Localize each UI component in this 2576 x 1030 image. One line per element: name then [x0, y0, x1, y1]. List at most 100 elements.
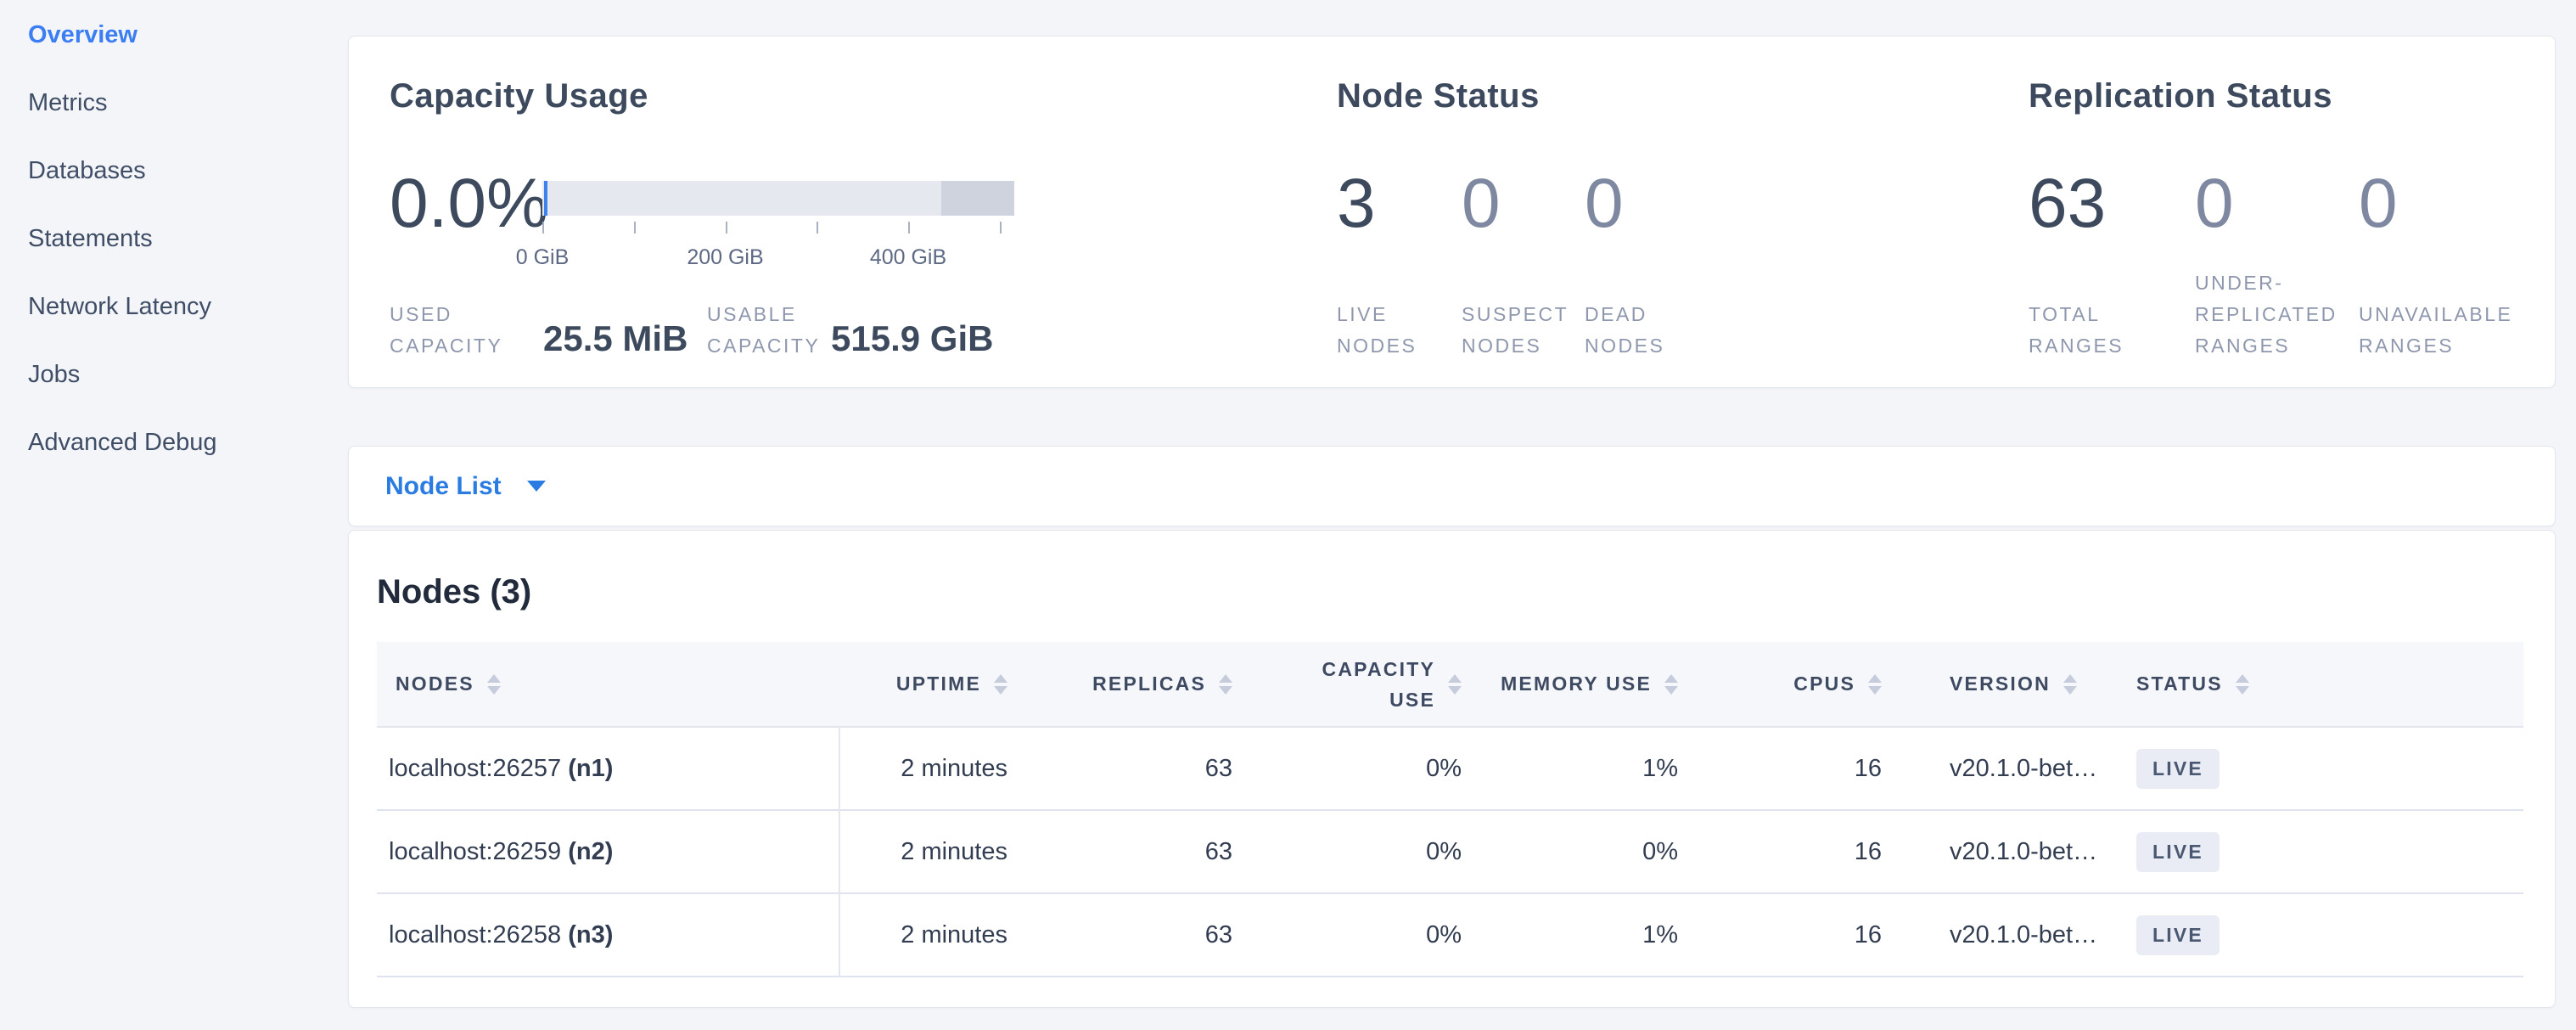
suspect-nodes-label-line: SUSPECT — [1462, 299, 1569, 330]
unavailable-ranges-label-line: UNAVAILABLE — [2359, 299, 2512, 330]
axis-tick — [908, 222, 910, 234]
dead-nodes-label-line: DEAD — [1585, 299, 1664, 330]
capacity-usage-title: Capacity Usage — [390, 77, 648, 115]
memory-use-cell: 1% — [1482, 893, 1698, 977]
axis-tick — [634, 222, 636, 234]
node-list-dropdown-label: Node List — [385, 472, 502, 501]
cluster-summary-card: Capacity Usage 0.0% 0 GiB 200 GiB 400 Gi… — [348, 36, 2556, 388]
table-row[interactable]: localhost:26257 (n1) 2 minutes 63 0% 1% … — [377, 727, 2523, 810]
capacity-gauge-axis-labels: 0 GiB 200 GiB 400 GiB — [542, 245, 1014, 271]
cpus-cell: 16 — [1698, 810, 1902, 893]
sort-icon — [1219, 674, 1232, 695]
status-badge: LIVE — [2136, 749, 2220, 789]
node-address-link[interactable]: localhost:26257 (n1) — [389, 755, 613, 782]
column-header-version[interactable]: VERSION — [1902, 642, 2127, 727]
replication-status-title: Replication Status — [2029, 77, 2332, 115]
under-replicated-ranges-label-line: RANGES — [2195, 330, 2337, 362]
node-name: (n2) — [568, 838, 613, 865]
used-capacity-label-line: CAPACITY — [390, 330, 502, 362]
column-header-replicas[interactable]: REPLICAS — [1028, 642, 1253, 727]
capacity-gauge-bar — [542, 181, 1014, 216]
sidebar-item-jobs[interactable]: Jobs — [28, 341, 334, 408]
table-row[interactable]: localhost:26259 (n2) 2 minutes 63 0% 0% … — [377, 810, 2523, 893]
uptime-cell: 2 minutes — [839, 893, 1028, 977]
table-row[interactable]: localhost:26258 (n3) 2 minutes 63 0% 1% … — [377, 893, 2523, 977]
sidebar-item-statements[interactable]: Statements — [28, 205, 334, 273]
live-nodes-label-line: LIVE — [1337, 299, 1417, 330]
node-address-link[interactable]: localhost:26259 (n2) — [389, 838, 613, 865]
live-nodes-label-line: NODES — [1337, 330, 1417, 362]
column-header-cpus[interactable]: CPUS — [1698, 642, 1902, 727]
axis-label: 200 GiB — [687, 245, 763, 270]
chevron-down-icon — [527, 481, 546, 492]
nodes-table-title: Nodes (3) — [377, 573, 531, 611]
sidebar-item-network-latency[interactable]: Network Latency — [28, 273, 334, 341]
column-header-nodes[interactable]: NODES — [377, 642, 839, 727]
sort-icon — [1868, 674, 1882, 695]
axis-tick — [1000, 222, 1002, 234]
column-header-label: NODES — [396, 673, 474, 695]
replicas-cell: 63 — [1028, 727, 1253, 810]
node-name: (n3) — [568, 921, 613, 948]
live-nodes-count: 3 — [1337, 169, 1376, 239]
total-ranges-label-line: RANGES — [2029, 330, 2124, 362]
node-address: localhost:26258 — [389, 921, 561, 948]
suspect-nodes-label-line: NODES — [1462, 330, 1569, 362]
node-list-dropdown-card: Node List — [348, 446, 2556, 526]
dead-nodes-label: DEAD NODES — [1585, 299, 1664, 362]
capacity-use-cell: 0% — [1253, 727, 1482, 810]
used-capacity-label-line: USED — [390, 299, 502, 330]
uptime-cell: 2 minutes — [839, 727, 1028, 810]
axis-tick — [542, 222, 544, 234]
memory-use-cell: 0% — [1482, 810, 1698, 893]
node-address-link[interactable]: localhost:26258 (n3) — [389, 921, 613, 948]
sort-icon — [2236, 674, 2249, 695]
usable-capacity-label-line: CAPACITY — [707, 330, 820, 362]
column-header-label: REPLICAS — [1092, 673, 1206, 695]
usable-capacity-label: USABLE CAPACITY — [707, 299, 820, 362]
version-cell: v20.1.0-bet… — [1902, 893, 2127, 977]
sidebar-item-overview[interactable]: Overview — [28, 1, 334, 69]
sort-icon — [1664, 674, 1678, 695]
version-cell: v20.1.0-bet… — [1902, 727, 2127, 810]
column-header-label: STATUS — [2136, 673, 2223, 695]
axis-tick — [817, 222, 818, 234]
column-header-label: CAPACITY USE — [1299, 654, 1435, 715]
column-header-status[interactable]: STATUS — [2127, 642, 2523, 727]
node-list-dropdown[interactable]: Node List — [385, 447, 546, 526]
column-header-memory-use[interactable]: MEMORY USE — [1482, 642, 1698, 727]
nodes-table: NODES UPTIME REPLICAS CAPACITY USE MEMOR… — [377, 642, 2523, 977]
sidebar-item-advanced-debug[interactable]: Advanced Debug — [28, 408, 334, 476]
under-replicated-ranges-label: UNDER- REPLICATED RANGES — [2195, 267, 2337, 362]
node-address: localhost:26257 — [389, 755, 561, 782]
status-badge: LIVE — [2136, 915, 2220, 955]
live-nodes-label: LIVE NODES — [1337, 299, 1417, 362]
dead-nodes-count: 0 — [1585, 169, 1624, 239]
dead-nodes-label-line: NODES — [1585, 330, 1664, 362]
axis-label: 0 GiB — [516, 245, 570, 270]
status-badge: LIVE — [2136, 832, 2220, 872]
axis-label: 400 GiB — [870, 245, 946, 270]
column-header-label: VERSION — [1950, 673, 2051, 695]
column-header-label: UPTIME — [896, 673, 981, 695]
column-header-uptime[interactable]: UPTIME — [839, 642, 1028, 727]
replicas-cell: 63 — [1028, 810, 1253, 893]
sidebar-item-metrics[interactable]: Metrics — [28, 69, 334, 137]
column-header-capacity-use[interactable]: CAPACITY USE — [1253, 642, 1482, 727]
sort-icon — [994, 674, 1007, 695]
node-address: localhost:26259 — [389, 838, 561, 865]
column-header-label: CPUS — [1793, 673, 1855, 695]
sort-icon — [487, 674, 501, 695]
node-name: (n1) — [568, 755, 613, 782]
replicas-cell: 63 — [1028, 893, 1253, 977]
node-status-title: Node Status — [1337, 77, 1540, 115]
memory-use-cell: 1% — [1482, 727, 1698, 810]
under-replicated-ranges-label-line: REPLICATED — [2195, 299, 2337, 330]
capacity-gauge-axis-ticks — [542, 222, 1014, 234]
version-cell: v20.1.0-bet… — [1902, 810, 2127, 893]
sidebar-item-databases[interactable]: Databases — [28, 137, 334, 205]
column-header-label: MEMORY USE — [1501, 673, 1652, 695]
under-replicated-ranges-label-line: UNDER- — [2195, 267, 2337, 299]
used-capacity-value: 25.5 MiB — [543, 319, 687, 358]
total-ranges-label-line: TOTAL — [2029, 299, 2124, 330]
